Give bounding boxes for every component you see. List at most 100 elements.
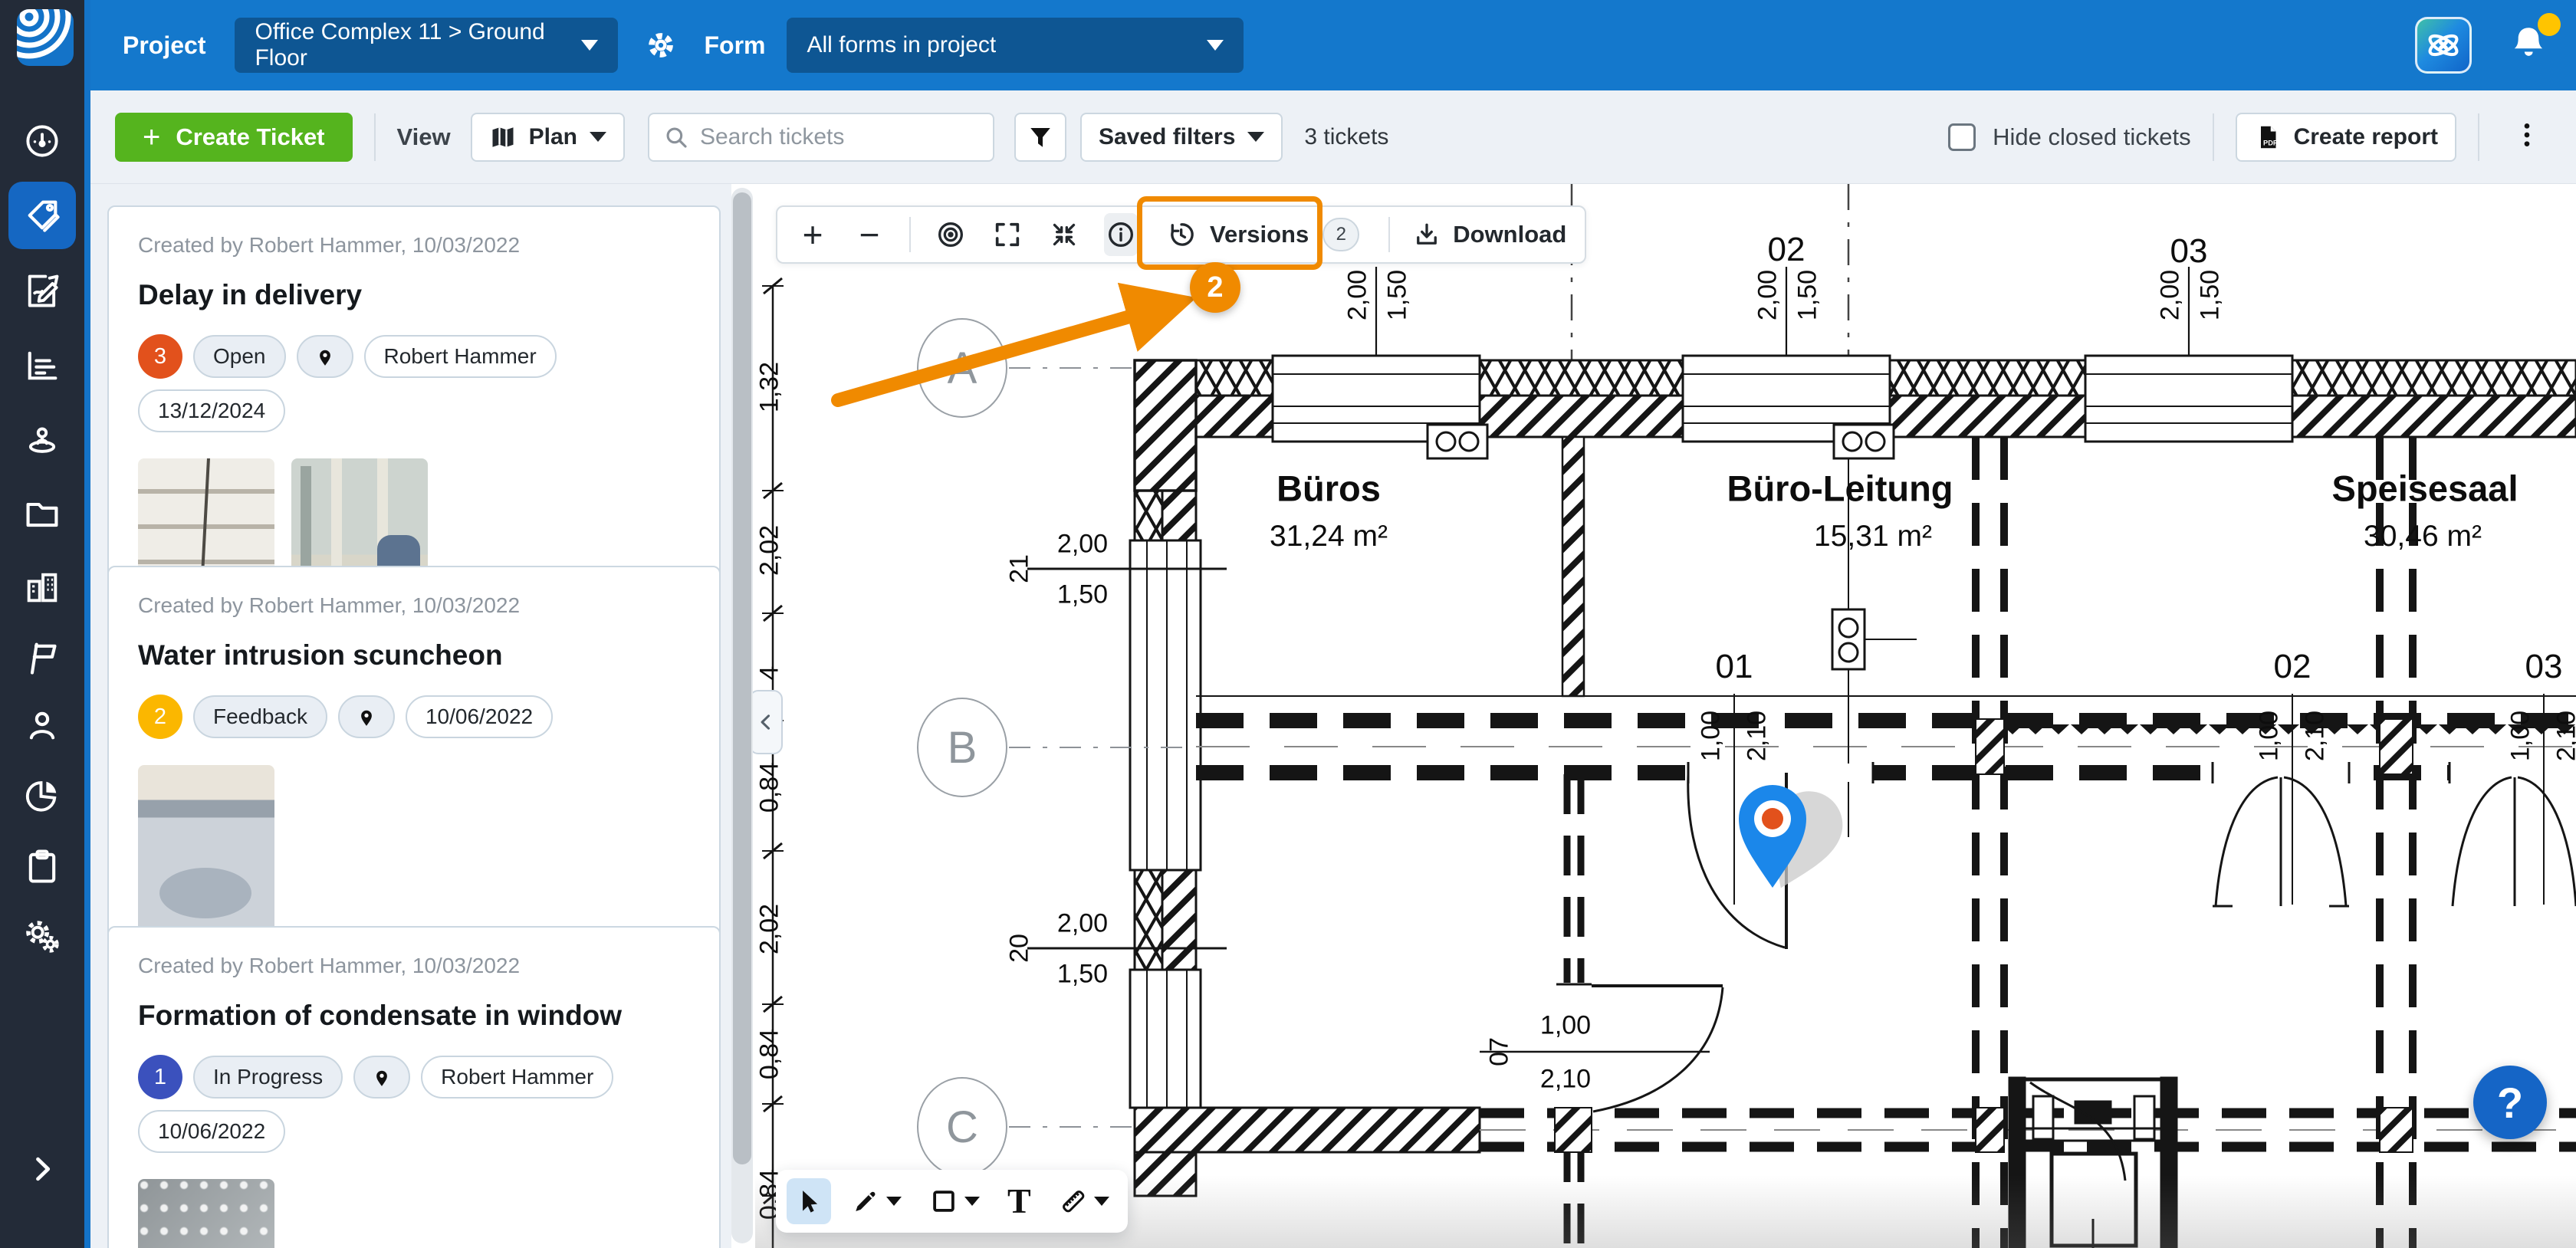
plus-icon: + xyxy=(143,122,160,153)
ticket-created: Created by Robert Hammer, 10/03/2022 xyxy=(138,593,690,618)
compress-icon xyxy=(1049,219,1079,250)
plan-info-button[interactable] xyxy=(1104,213,1138,256)
saved-filters-dropdown[interactable]: Saved filters xyxy=(1080,113,1283,162)
location-pill xyxy=(338,695,395,738)
cursor-icon xyxy=(794,1187,823,1216)
create-ticket-label: Create Ticket xyxy=(176,123,324,151)
sidebar-item-pie-chart[interactable] xyxy=(8,762,76,829)
project-selector[interactable]: Office Complex 11 > Ground Floor xyxy=(235,18,618,73)
pin-icon xyxy=(370,1066,393,1089)
sidebar-nav xyxy=(0,0,90,1248)
user-icon xyxy=(22,705,62,745)
zoom-in-button[interactable]: + xyxy=(796,213,830,256)
create-report-button[interactable]: Create report xyxy=(2236,113,2456,162)
search-icon xyxy=(663,124,689,150)
divider xyxy=(2478,113,2479,161)
buildings-icon xyxy=(22,567,62,607)
sidebar-item-user[interactable] xyxy=(8,691,76,759)
ticket-card[interactable]: Created by Robert Hammer, 10/03/2022 For… xyxy=(107,926,721,1248)
ticket-pill: Robert Hammer xyxy=(421,1056,613,1099)
search-input[interactable] xyxy=(700,124,979,150)
collapse-list-button[interactable] xyxy=(749,690,783,754)
help-button[interactable]: ? xyxy=(2473,1066,2547,1139)
sidebar-item-dashboard[interactable] xyxy=(8,107,76,175)
tag-icon xyxy=(22,195,62,235)
filter-button[interactable] xyxy=(1014,113,1066,162)
sidebar-item-clipboard[interactable] xyxy=(8,833,76,900)
view-mode-dropdown[interactable]: Plan xyxy=(471,113,625,162)
plan-toolbar: + − Versions 2 Download xyxy=(776,205,1586,264)
notifications-button[interactable] xyxy=(2507,22,2550,69)
project-label: Project xyxy=(123,31,205,60)
form-label: Form xyxy=(704,31,765,60)
ticket-pill: 10/06/2022 xyxy=(138,1110,285,1153)
pie-chart-icon xyxy=(22,776,62,816)
saved-filters-label: Saved filters xyxy=(1099,124,1235,150)
sidebar-item-site-person[interactable] xyxy=(8,407,76,475)
ticket-card[interactable]: Created by Robert Hammer, 10/03/2022 Wat… xyxy=(107,566,721,967)
project-settings-button[interactable] xyxy=(644,24,678,67)
center-view-icon xyxy=(935,219,966,250)
zoom-out-button[interactable]: − xyxy=(853,213,886,256)
fullscreen-button[interactable] xyxy=(991,213,1024,256)
fit-to-screen-button[interactable] xyxy=(1047,213,1081,256)
sidebar-item-settings-gears[interactable] xyxy=(8,903,76,970)
form-selector[interactable]: All forms in project xyxy=(787,18,1244,73)
app-logo[interactable] xyxy=(17,9,74,66)
text-tool-icon: T xyxy=(1007,1184,1031,1219)
list-scrollbar-thumb[interactable] xyxy=(733,192,751,1164)
floor-plan-drawing[interactable] xyxy=(755,184,2576,1248)
select-tool-button[interactable] xyxy=(787,1178,831,1224)
sidebar-item-folder[interactable] xyxy=(8,481,76,548)
form-selector-value: All forms in project xyxy=(807,32,996,58)
hide-closed-checkbox[interactable]: Hide closed tickets xyxy=(1948,123,2190,151)
folder-icon xyxy=(22,494,62,534)
top-bar: Project Office Complex 11 > Ground Floor… xyxy=(90,0,2576,90)
chevron-right-icon xyxy=(25,1152,59,1186)
ticket-badges: 1In ProgressRobert Hammer10/06/2022 xyxy=(138,1055,690,1153)
chevron-down-icon xyxy=(1247,132,1264,142)
planradar-app: Project Office Complex 11 > Ground Floor… xyxy=(0,0,2576,1248)
text-tool-button[interactable]: T xyxy=(1000,1178,1039,1224)
pen-tool-button[interactable] xyxy=(843,1178,909,1224)
sidebar-expand-button[interactable] xyxy=(8,1135,76,1203)
measure-tool-button[interactable] xyxy=(1051,1178,1117,1224)
divider xyxy=(2213,113,2214,161)
sidebar-item-stats[interactable] xyxy=(8,332,76,399)
sidebar-item-tag[interactable] xyxy=(8,182,76,249)
site-person-icon xyxy=(22,421,62,461)
center-view-button[interactable] xyxy=(934,213,968,256)
ticket-badges: 3OpenRobert Hammer13/12/2024 xyxy=(138,334,690,432)
versions-button[interactable]: Versions 2 xyxy=(1161,218,1365,251)
water-on-floor-photo[interactable] xyxy=(138,765,274,940)
shape-tool-button[interactable] xyxy=(922,1178,987,1224)
connect-icon xyxy=(2423,25,2463,65)
ticket-badges: 2Feedback10/06/2022 xyxy=(138,695,690,739)
ticket-created: Created by Robert Hammer, 10/03/2022 xyxy=(138,233,690,258)
download-plan-button[interactable]: Download xyxy=(1413,221,1566,248)
priority-badge: 3 xyxy=(138,334,182,379)
ticket-created: Created by Robert Hammer, 10/03/2022 xyxy=(138,954,690,978)
sidebar-item-flag[interactable] xyxy=(8,624,76,691)
more-options-button[interactable] xyxy=(2501,120,2553,154)
list-scrollbar xyxy=(731,188,753,1243)
ticket-list: Created by Robert Hammer, 10/03/2022 Del… xyxy=(90,184,731,1248)
condensate-window-photo[interactable] xyxy=(138,1179,274,1248)
plus-icon: + xyxy=(803,217,823,252)
sidebar-item-buildings[interactable] xyxy=(8,553,76,621)
create-ticket-button[interactable]: + Create Ticket xyxy=(115,113,353,162)
sidebar-item-form-edit[interactable] xyxy=(8,257,76,324)
chevron-left-icon xyxy=(755,711,777,733)
ticket-pill: 13/12/2024 xyxy=(138,389,285,432)
divider xyxy=(909,217,911,252)
view-label: View xyxy=(397,123,451,151)
ticket-pill: 10/06/2022 xyxy=(406,695,553,738)
history-icon xyxy=(1167,220,1196,249)
project-selector-value: Office Complex 11 > Ground Floor xyxy=(255,19,561,71)
plan-viewer[interactable]: Büros31,24 m²Büro-Leitung15,31 m²Speises… xyxy=(755,184,2576,1248)
checkbox-unchecked[interactable] xyxy=(1948,123,1976,151)
ticket-pill: Robert Hammer xyxy=(364,335,557,378)
stats-icon xyxy=(22,346,62,386)
integrations-button[interactable] xyxy=(2415,17,2472,74)
location-pill xyxy=(297,335,353,378)
